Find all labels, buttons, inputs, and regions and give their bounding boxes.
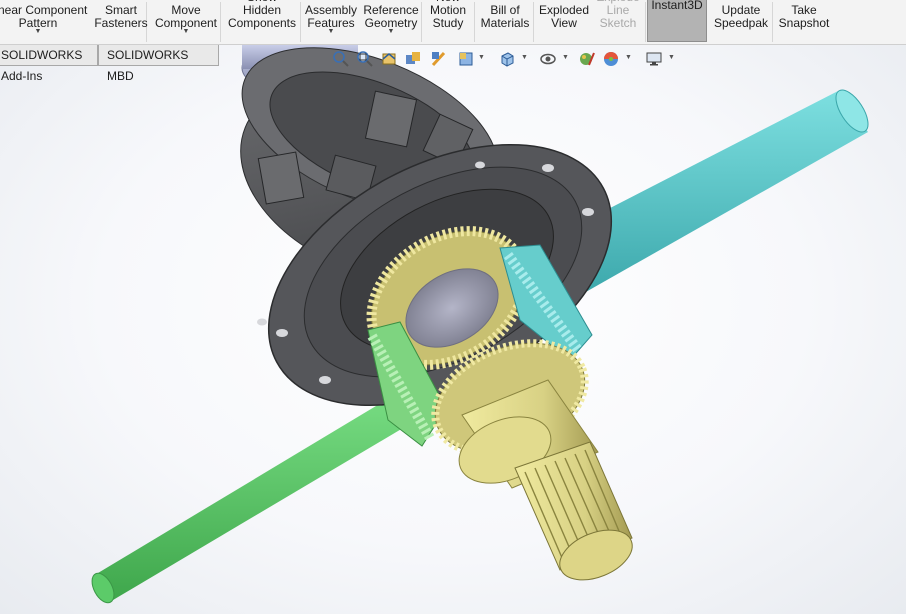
apply-scene-dropdown[interactable]: ▼ (625, 54, 632, 61)
hide-show-items-dropdown[interactable]: ▼ (562, 54, 569, 61)
edit-appearance-icon[interactable] (578, 50, 596, 68)
show-hidden-components-label: Components (227, 16, 297, 30)
command-manager-ribbon: Linear ComponentPattern▼SmartFastenersMo… (0, 0, 906, 45)
chevron-down-icon[interactable]: ▼ (35, 25, 42, 38)
zoom-to-fit-icon[interactable] (332, 50, 350, 68)
assembly-model-view[interactable] (0, 45, 906, 614)
explode-line-sketch-button: ExplodeLineSketch (595, 0, 641, 41)
view-settings-dropdown[interactable]: ▼ (668, 54, 675, 61)
tab-solidworks-mbd[interactable]: SOLIDWORKS MBD (98, 45, 219, 83)
reference-geometry-button[interactable]: Reference Geometry ▼ (360, 0, 422, 41)
assembly-features-button[interactable]: Assembly Features ▼ (302, 0, 360, 41)
dynamic-annotation-icon[interactable] (430, 50, 448, 68)
left-axle-shaft[interactable] (88, 382, 430, 606)
exploded-view-label: View (551, 16, 577, 30)
ribbon-separator (645, 2, 646, 42)
new-motion-study-button[interactable]: NewMotionStudy (423, 0, 473, 41)
linear-component-pattern-button[interactable]: Linear ComponentPattern▼ (0, 0, 98, 41)
chevron-down-icon[interactable]: ▼ (328, 25, 335, 38)
explode-line-sketch-label: Sketch (599, 16, 637, 30)
take-snapshot-button[interactable]: Take Snapshot (774, 0, 834, 41)
view-orientation-dropdown[interactable]: ▼ (478, 54, 485, 61)
update-speedpak-label: Speedpak (713, 16, 769, 30)
section-view-icon[interactable] (404, 50, 422, 68)
smart-fasteners-button[interactable]: Smart Fasteners (88, 0, 154, 41)
display-style-dropdown[interactable]: ▼ (521, 54, 528, 61)
bill-of-materials-button[interactable]: Bill of Materials (476, 0, 534, 41)
chevron-down-icon[interactable]: ▼ (388, 25, 395, 38)
view-settings-icon[interactable] (645, 50, 663, 68)
pinion-spline-shaft[interactable] (514, 441, 639, 590)
bill-of-materials-label: Materials (480, 16, 530, 30)
apply-scene-icon[interactable] (602, 50, 620, 68)
instant3d-button[interactable]: Instant3D (647, 0, 707, 42)
tab-solidworks-add-ins[interactable]: SOLIDWORKS Add-Ins (0, 45, 98, 83)
chevron-down-icon[interactable]: ▼ (183, 25, 190, 38)
update-speedpak-button[interactable]: Update Speedpak (708, 0, 774, 41)
smart-fasteners-label: Fasteners (94, 16, 148, 30)
hide-show-items-icon[interactable] (539, 50, 557, 68)
take-snapshot-label: Snapshot (778, 16, 830, 30)
ribbon-separator (474, 2, 475, 42)
display-style-icon[interactable] (498, 50, 516, 68)
show-hidden-components-button[interactable]: ShowHiddenComponents (222, 0, 302, 41)
new-motion-study-label: Study (432, 16, 464, 30)
exploded-view-button[interactable]: Exploded View (535, 0, 593, 41)
previous-view-icon[interactable] (380, 50, 398, 68)
move-component-button[interactable]: Move Component ▼ (150, 0, 222, 41)
instant3d-label: Instant3D (651, 0, 703, 12)
zoom-to-area-icon[interactable] (356, 50, 374, 68)
view-orientation-icon[interactable] (457, 50, 475, 68)
linear-component-pattern-label: Pattern (18, 16, 58, 30)
